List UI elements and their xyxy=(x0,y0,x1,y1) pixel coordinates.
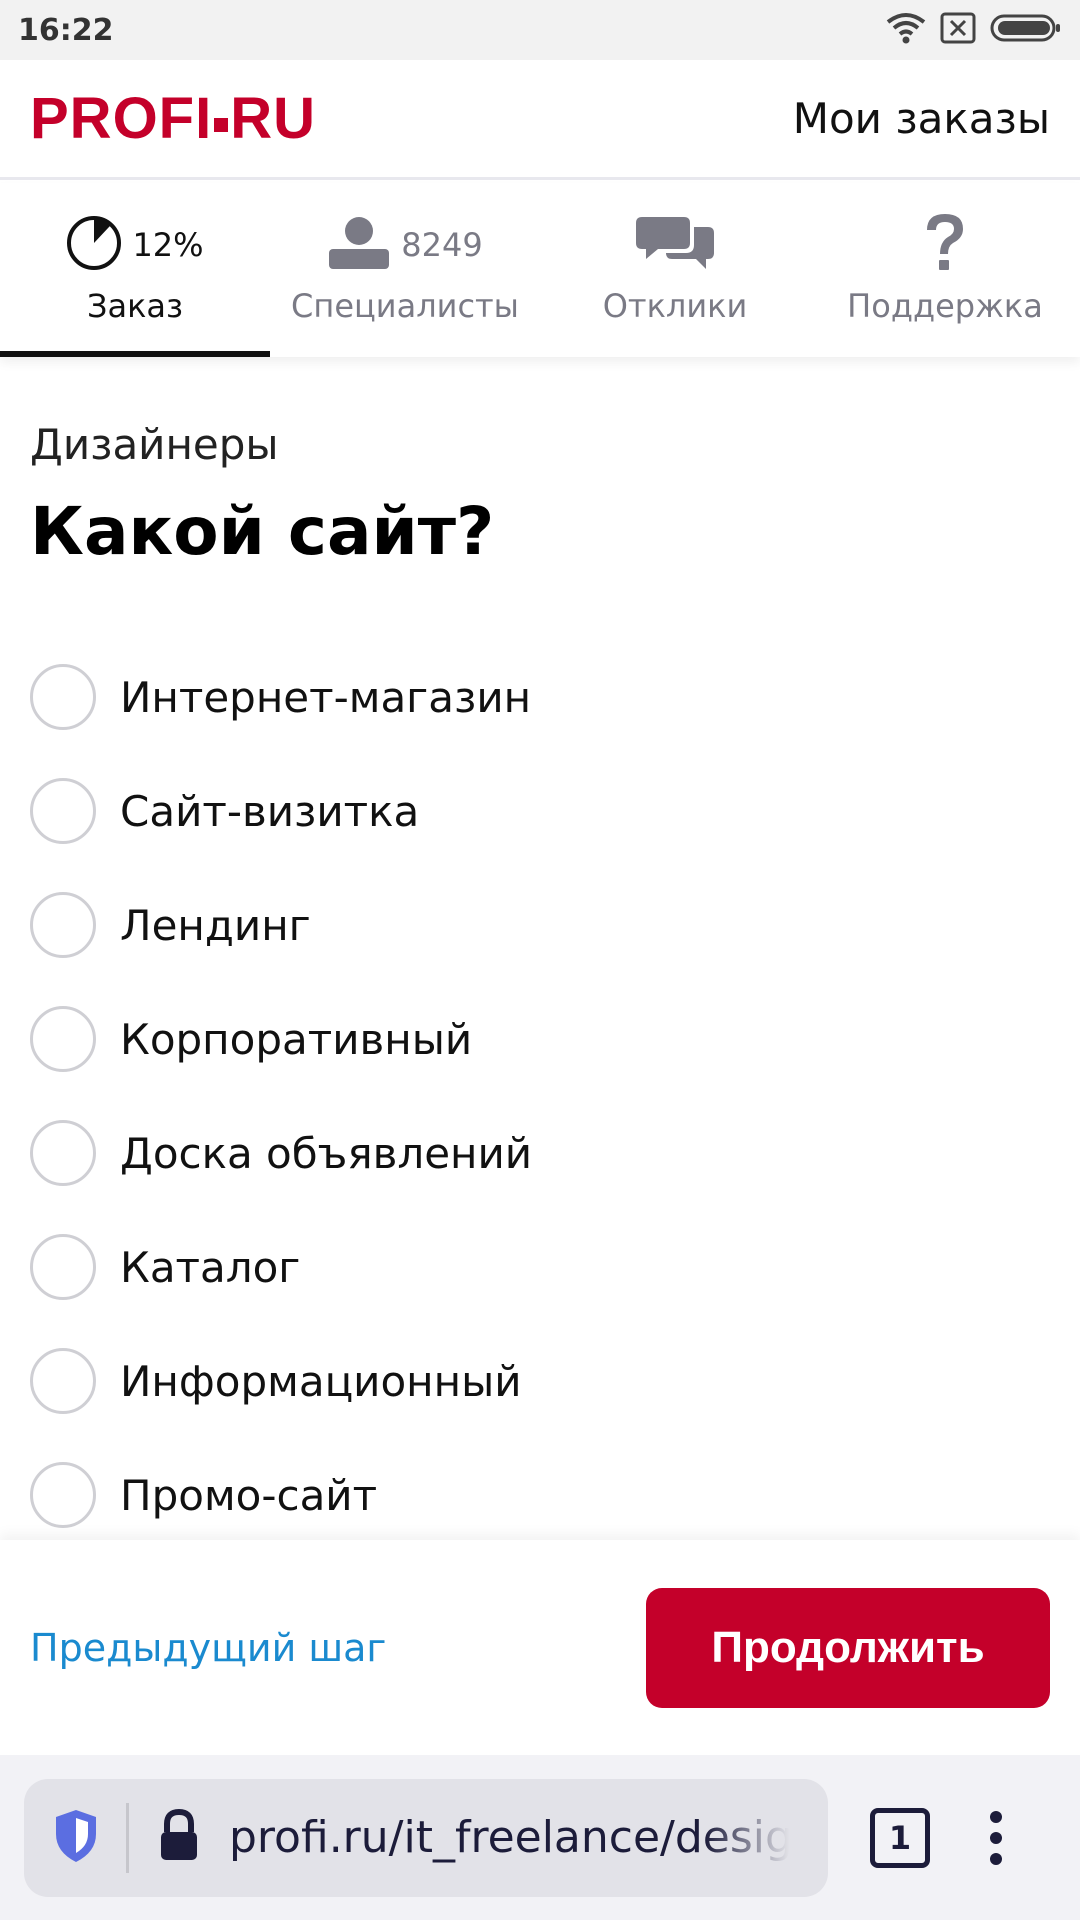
radio-button[interactable] xyxy=(30,664,96,730)
tab-count-button[interactable]: 1 xyxy=(870,1807,930,1868)
tab-responses[interactable]: Отклики xyxy=(540,183,810,357)
specialists-count: 8249 xyxy=(401,226,483,264)
category-label: Дизайнеры xyxy=(30,420,279,469)
previous-step-link[interactable]: Предыдущий шаг xyxy=(30,1626,386,1670)
option-item[interactable]: Сайт-визитка xyxy=(30,754,1050,868)
tab-order-label: Заказ xyxy=(86,287,184,325)
radio-button[interactable] xyxy=(30,778,96,844)
battery-icon xyxy=(990,13,1062,47)
option-label: Лендинг xyxy=(120,900,311,950)
options-list: Интернет-магазин Сайт-визитка Лендинг Ко… xyxy=(30,640,1050,1552)
chat-bubbles-icon xyxy=(636,213,714,277)
tab-order[interactable]: 12% Заказ xyxy=(0,183,270,357)
person-icon xyxy=(327,215,391,275)
site-header: PROFI RU Мои заказы xyxy=(0,60,1080,180)
radio-button[interactable] xyxy=(30,892,96,958)
option-label: Интернет-магазин xyxy=(120,672,532,722)
tab-responses-label: Отклики xyxy=(602,287,748,325)
shield-icon[interactable] xyxy=(52,1808,100,1868)
order-progress-percent: 12% xyxy=(132,226,204,264)
tab-support-label: Поддержка xyxy=(847,287,1043,325)
radio-button[interactable] xyxy=(30,1348,96,1414)
option-label: Каталог xyxy=(120,1242,301,1292)
radio-button[interactable] xyxy=(30,1462,96,1528)
option-item[interactable]: Лендинг xyxy=(30,868,1050,982)
logo-dot xyxy=(214,118,229,132)
browser-toolbar: profi.ru/it_freelance/designe 1 xyxy=(0,1755,1080,1920)
option-item[interactable]: Интернет-магазин xyxy=(30,640,1050,754)
question-title: Какой сайт? xyxy=(30,493,495,570)
option-label: Корпоративный xyxy=(120,1014,473,1064)
radio-button[interactable] xyxy=(30,1120,96,1186)
option-item[interactable]: Промо-сайт xyxy=(30,1438,1050,1552)
page: 16:22 PROFI RU Мои заказы 12% Заказ 8249… xyxy=(0,0,1080,1920)
option-item[interactable]: Информационный xyxy=(30,1324,1050,1438)
my-orders-link[interactable]: Мои заказы xyxy=(793,94,1050,143)
progress-pie-icon xyxy=(66,215,122,275)
status-time: 16:22 xyxy=(18,12,114,48)
option-label: Промо-сайт xyxy=(120,1470,378,1520)
option-item[interactable]: Доска объявлений xyxy=(30,1096,1050,1210)
url-text: profi.ru/it_freelance/designe xyxy=(229,1812,789,1863)
order-tabs: 12% Заказ 8249 Специалисты Отклики Подде… xyxy=(0,183,1080,357)
profi-logo[interactable]: PROFI RU xyxy=(30,85,316,152)
lock-icon xyxy=(157,1808,201,1868)
question-icon xyxy=(923,212,967,278)
tab-specialists-label: Специалисты xyxy=(291,287,519,325)
address-divider xyxy=(126,1802,129,1873)
no-sim-icon xyxy=(940,12,976,48)
browser-menu-icon[interactable] xyxy=(990,1810,1002,1865)
active-tab-indicator xyxy=(0,351,270,357)
continue-button[interactable]: Продолжить xyxy=(646,1587,1050,1708)
status-bar: 16:22 xyxy=(0,0,1080,60)
tab-specialists[interactable]: 8249 Специалисты xyxy=(270,183,540,357)
option-label: Информационный xyxy=(120,1356,522,1406)
question-block: Дизайнеры Какой сайт? xyxy=(30,420,1050,570)
wifi-icon xyxy=(886,12,926,48)
status-icons xyxy=(886,12,1062,48)
tab-support[interactable]: Поддержка xyxy=(810,183,1080,357)
radio-button[interactable] xyxy=(30,1006,96,1072)
option-item[interactable]: Каталог xyxy=(30,1210,1050,1324)
action-bar: Предыдущий шаг Продолжить xyxy=(0,1540,1080,1755)
address-bar[interactable]: profi.ru/it_freelance/designe xyxy=(24,1778,828,1897)
option-label: Сайт-визитка xyxy=(120,786,420,836)
radio-button[interactable] xyxy=(30,1234,96,1300)
option-label: Доска объявлений xyxy=(120,1128,533,1178)
option-item[interactable]: Корпоративный xyxy=(30,982,1050,1096)
